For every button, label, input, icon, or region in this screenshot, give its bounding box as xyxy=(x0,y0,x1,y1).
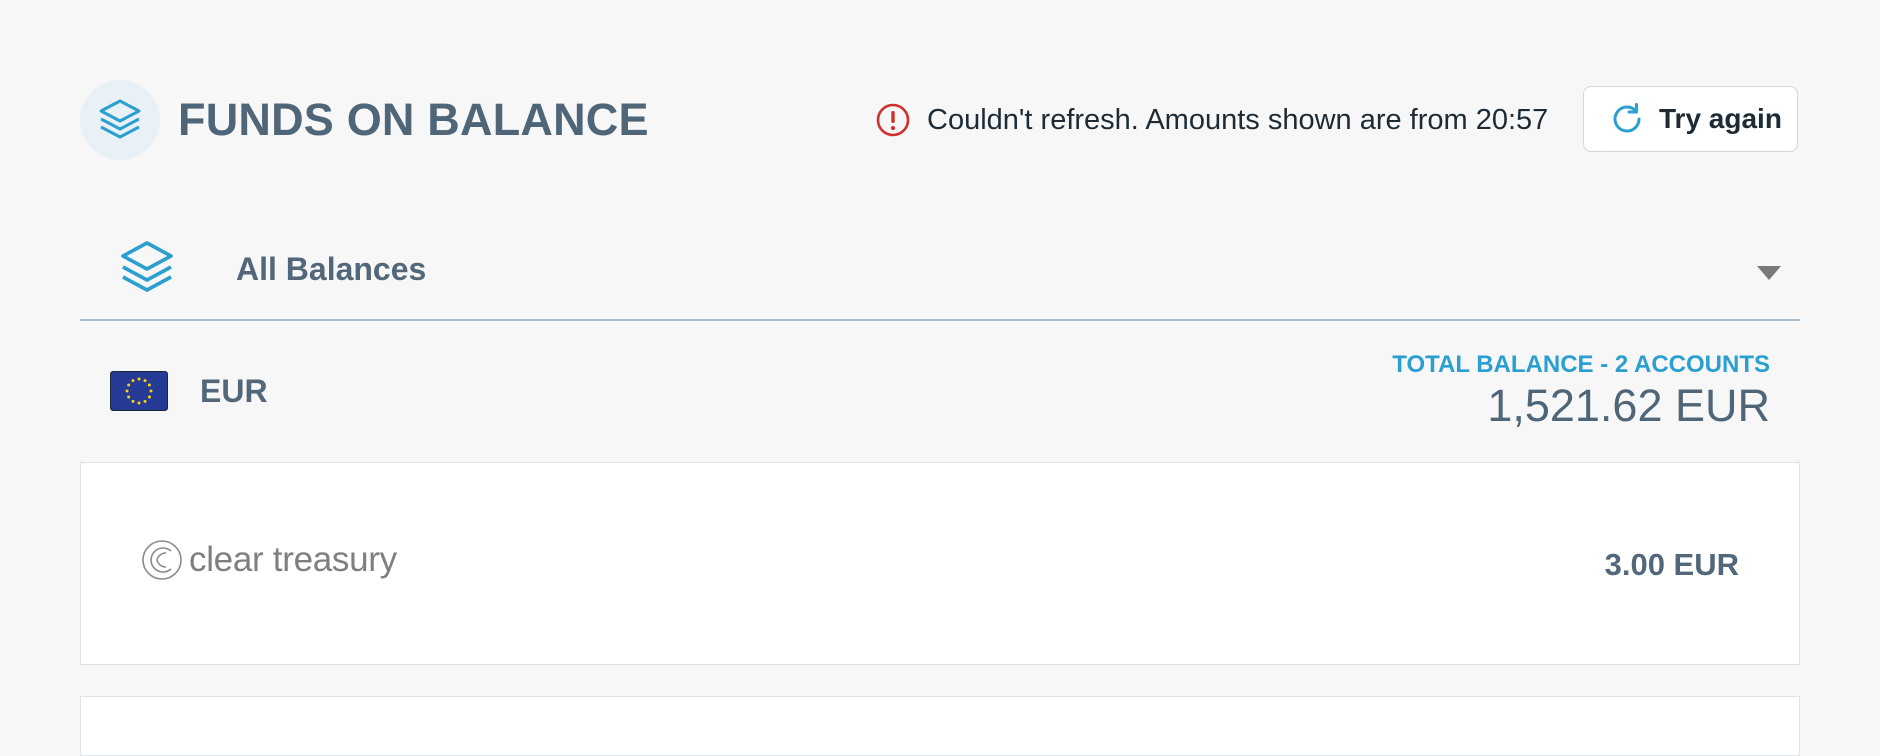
eu-flag-star xyxy=(143,379,147,383)
provider-logo: clear treasury xyxy=(141,539,397,581)
try-again-label: Try again xyxy=(1659,103,1782,134)
eu-flag-icon xyxy=(110,371,168,411)
refresh-error-message: Couldn't refresh. Amounts shown are from… xyxy=(927,104,1549,136)
eu-flag-star xyxy=(143,399,147,403)
account-card[interactable]: clear treasury 3.00 EUR xyxy=(80,462,1800,665)
total-balance-amount: 1,521.62 EUR xyxy=(1487,380,1770,431)
exclamation-circle-icon xyxy=(876,103,910,137)
page-title: FUNDS ON BALANCE xyxy=(178,94,649,145)
currency-group-header: EUR TOTAL BALANCE - 2 ACCOUNTS 1,521.62 … xyxy=(80,340,1800,460)
account-balance: 3.00 EUR xyxy=(1604,547,1739,582)
currency-code: EUR xyxy=(200,373,268,409)
eu-flag-star xyxy=(137,401,141,405)
eu-flag-star xyxy=(137,377,141,381)
try-again-button[interactable]: Try again xyxy=(1583,86,1798,152)
eu-flag-star xyxy=(147,383,151,387)
eu-flag-star xyxy=(125,389,129,393)
selected-balance-label: All Balances xyxy=(236,251,427,287)
total-balance-label: TOTAL BALANCE - 2 ACCOUNTS xyxy=(1392,351,1770,378)
page-header: FUNDS ON BALANCE Couldn't refresh. Amoun… xyxy=(80,80,1800,160)
eu-flag-star xyxy=(127,395,131,399)
layers-icon xyxy=(80,80,160,160)
caret-down-icon xyxy=(1757,266,1781,280)
eu-flag-star xyxy=(147,395,151,399)
clear-treasury-logo-icon xyxy=(142,540,182,580)
eu-flag-star xyxy=(131,399,135,403)
provider-name: clear treasury xyxy=(189,540,397,579)
eu-flag-star xyxy=(127,383,131,387)
eu-flag-star xyxy=(149,389,153,393)
refresh-icon xyxy=(1613,103,1641,133)
layers-icon xyxy=(121,241,173,292)
account-card[interactable] xyxy=(80,696,1800,756)
eu-flag-star xyxy=(131,379,135,383)
balance-selector-dropdown[interactable]: All Balances xyxy=(80,225,1800,321)
